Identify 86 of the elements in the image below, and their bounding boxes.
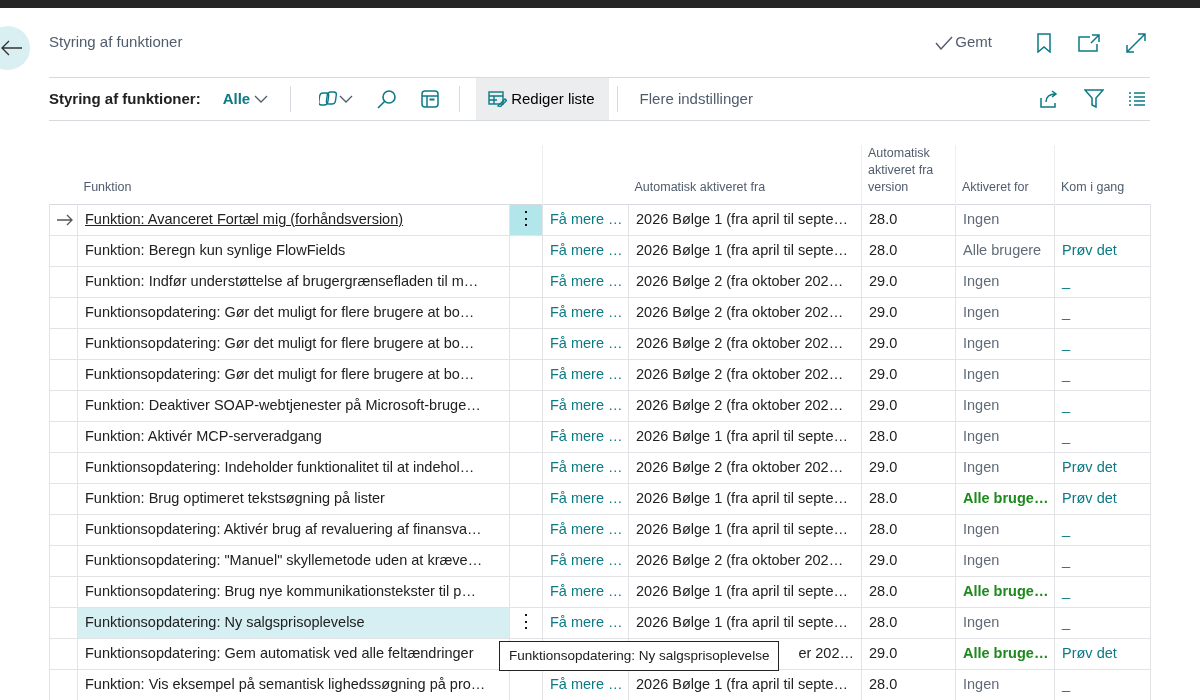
- version-value: 29.0: [869, 396, 898, 413]
- try-it-link[interactable]: _: [1062, 427, 1071, 444]
- column-header[interactable]: Funktion: [83, 178, 504, 196]
- page-title: Styring af funktioner: [49, 32, 183, 53]
- auto-enabled-from: 2026 Bølge 1 (fra april til septe…: [636, 241, 848, 258]
- enabled-for-value: Ingen: [963, 427, 1000, 444]
- try-it-link[interactable]: _: [1062, 365, 1071, 382]
- version-value: 29.0: [869, 551, 898, 568]
- table-edit-icon: [488, 91, 508, 107]
- auto-enabled-from: 2026 Bølge 1 (fra april til septe…: [636, 520, 848, 537]
- auto-enabled-from: 2026 Bølge 1 (fra april til septe…: [636, 582, 848, 599]
- column-header[interactable]: Automatisk aktiveret fra: [634, 178, 855, 196]
- enabled-for-value: Ingen: [963, 551, 1000, 568]
- enabled-for-value: Ingen: [963, 458, 1000, 475]
- column-header[interactable]: Kom i gang: [1061, 178, 1145, 196]
- try-it-link[interactable]: _: [1062, 303, 1071, 320]
- auto-enabled-from: 2026 Bølge 2 (fra oktober 202…: [636, 334, 844, 351]
- checkmark-icon: [935, 35, 954, 50]
- auto-enabled-from: 2026 Bølge 1 (fra april til septe…: [636, 427, 848, 444]
- saved-status: Gemt: [935, 31, 992, 54]
- bookmark-icon: [1036, 32, 1052, 53]
- enabled-for-value: Ingen: [963, 613, 1000, 630]
- try-it-link[interactable]: _: [1062, 396, 1071, 413]
- auto-enabled-from: 2026 Bølge 2 (fra oktober 202…: [636, 458, 844, 475]
- version-value: 28.0: [869, 675, 898, 692]
- version-value: 29.0: [869, 644, 898, 661]
- filter-icon: [1084, 89, 1104, 109]
- list-icon: [1128, 92, 1146, 106]
- try-it-link[interactable]: _: [1062, 272, 1071, 289]
- auto-enabled-from: 2026 Bølge 1 (fra april til septe…: [636, 489, 848, 506]
- version-value: 28.0: [869, 210, 898, 227]
- version-value: 28.0: [869, 489, 898, 506]
- enabled-for-value: Ingen: [963, 396, 1000, 413]
- view-dropdown[interactable]: Alle: [216, 86, 275, 112]
- try-it-link[interactable]: _: [1062, 551, 1071, 568]
- try-it-link[interactable]: _: [1062, 520, 1071, 537]
- enabled-for-value: Ingen: [963, 675, 1000, 692]
- overlapping-shapes-icon: [319, 90, 340, 108]
- version-value: 29.0: [869, 365, 898, 382]
- tooltip: Funktionsopdatering: Ny salgsprisoplevelse: [499, 641, 780, 672]
- auto-enabled-from: 2026 Bølge 2 (fra oktober 202…: [636, 396, 844, 413]
- auto-enabled-from: er 202…: [798, 644, 854, 661]
- version-value: 28.0: [869, 582, 898, 599]
- version-value: 28.0: [869, 241, 898, 258]
- auto-enabled-from: 2026 Bølge 2 (fra oktober 202…: [636, 272, 844, 289]
- auto-enabled-from: 2026 Bølge 1 (fra april til septe…: [636, 210, 848, 227]
- search-icon: [377, 89, 398, 109]
- enabled-for-value: Ingen: [963, 334, 1000, 351]
- auto-enabled-from: 2026 Bølge 2 (fra oktober 202…: [636, 303, 844, 320]
- version-value: 29.0: [869, 334, 898, 351]
- column-header[interactable]: Automatisk aktiveret fra version: [868, 145, 949, 196]
- version-value: 29.0: [869, 303, 898, 320]
- enabled-for-value: Alle bruge…: [963, 644, 1049, 661]
- version-value: 29.0: [869, 272, 898, 289]
- expand-icon: [1126, 32, 1146, 53]
- enabled-for-value: Ingen: [963, 365, 1000, 382]
- try-it-link[interactable]: _: [1062, 675, 1071, 692]
- enabled-for-value: Alle brugere: [963, 241, 1042, 258]
- version-value: 28.0: [869, 613, 898, 630]
- enabled-for-value: Alle bruge…: [963, 582, 1049, 599]
- auto-enabled-from: 2026 Bølge 2 (fra oktober 202…: [636, 551, 844, 568]
- enabled-for-value: Ingen: [963, 272, 1000, 289]
- version-value: 28.0: [869, 427, 898, 444]
- enabled-for-value: Ingen: [963, 303, 1000, 320]
- filter-label: Styring af funktioner:: [49, 88, 201, 109]
- row-pointer-icon: [57, 213, 73, 226]
- more-options-button[interactable]: Flere indstillinger: [617, 87, 775, 111]
- open-window-icon: [1078, 33, 1100, 52]
- version-value: 28.0: [869, 520, 898, 537]
- caret-icon: [339, 95, 354, 103]
- auto-enabled-from: 2026 Bølge 1 (fra april til septe…: [636, 675, 848, 692]
- enabled-for-value: Alle bruge…: [963, 489, 1049, 506]
- auto-enabled-from: 2026 Bølge 1 (fra april til septe…: [636, 613, 848, 630]
- caret-icon: [254, 95, 269, 103]
- enabled-for-value: Ingen: [963, 520, 1000, 537]
- share-icon: [1040, 90, 1060, 108]
- enabled-for-value: Ingen: [963, 210, 1000, 227]
- back-arrow-icon: [1, 40, 23, 56]
- edit-list-button[interactable]: Rediger liste: [476, 78, 609, 120]
- column-header[interactable]: Aktiveret for: [962, 178, 1048, 196]
- layout-icon: [421, 90, 440, 108]
- try-it-link[interactable]: _: [1062, 334, 1071, 351]
- try-it-link[interactable]: _: [1062, 582, 1071, 599]
- version-value: 29.0: [869, 458, 898, 475]
- try-it-link[interactable]: _: [1062, 613, 1071, 630]
- auto-enabled-from: 2026 Bølge 2 (fra oktober 202…: [636, 365, 844, 382]
